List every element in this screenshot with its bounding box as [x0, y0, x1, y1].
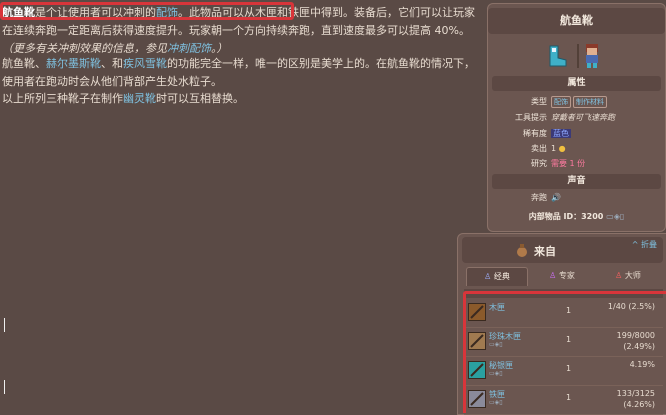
row-run: 奔跑 🔊 [488, 191, 665, 205]
link-hermes-boots[interactable]: 赫尔墨斯靴 [46, 57, 101, 70]
text: 时可以互相替换。 [156, 92, 244, 105]
bag-icon [517, 244, 527, 257]
item-id-value: 3200 [581, 212, 604, 221]
classic-icon: ♙ [484, 272, 494, 281]
text: 航鱼靴 [2, 57, 35, 70]
text: 以上所列三种靴子在制作 [2, 92, 123, 105]
row-type: 类型 配饰 制作材料 [488, 95, 665, 109]
tab-classic[interactable]: ♙ 经典 [466, 267, 528, 286]
text-caret [4, 380, 5, 394]
item-infobox: 航鱼靴 属性 类型 配饰 制作材料 工具提示 穿戴者可飞速奔跑 稀有度 蓝色 卖… [487, 3, 666, 232]
label-sell: 卖出 [531, 144, 547, 153]
label-item-id: 内部物品 ID： [528, 212, 582, 221]
section-sound: 声音 [492, 174, 661, 189]
tab-master[interactable]: ♙ 大师 [598, 267, 658, 285]
label-tooltip: 工具提示 [515, 113, 547, 122]
label-type: 类型 [531, 97, 547, 106]
highlight-box [0, 2, 294, 20]
collapse-link[interactable]: ^ 折叠 [632, 239, 657, 250]
tooltip-value: 穿戴者可飞速奔跑 [551, 113, 615, 122]
tag-crafting-material[interactable]: 制作材料 [573, 96, 607, 108]
master-icon: ♙ [615, 271, 625, 280]
label-rarity: 稀有度 [523, 129, 547, 138]
text: 、 [35, 57, 46, 70]
rarity-value: 蓝色 [551, 129, 571, 138]
infobox-title: 航鱼靴 [488, 8, 665, 34]
infobox-images [488, 38, 665, 72]
text: 。） [211, 42, 228, 55]
paragraph-crafting: 以上所列三种靴子在制作幽灵靴时可以互相替换。 [2, 90, 484, 108]
source-header: 来自 ^ 折叠 [462, 237, 663, 263]
row-rarity: 稀有度 蓝色 [488, 127, 665, 141]
tag-accessory[interactable]: 配饰 [551, 96, 571, 108]
player-icon [586, 44, 598, 68]
platform-icons: ▭◈▯ [606, 212, 625, 221]
difficulty-tabs: ♙ 经典 ♙ 专家 ♙ 大师 [462, 267, 663, 286]
speaker-icon[interactable]: 🔊 [551, 191, 561, 205]
text-caret [4, 318, 5, 332]
link-dash-accessory[interactable]: 冲刺配饰 [167, 42, 211, 55]
sell-value: 1 [551, 144, 557, 153]
label-run: 奔跑 [531, 193, 547, 202]
expert-icon: ♙ [549, 271, 559, 280]
link-spectre-boots[interactable]: 幽灵靴 [123, 92, 156, 105]
chevron-up-icon: ^ [631, 240, 641, 249]
section-properties: 属性 [492, 76, 661, 91]
label-research: 研究 [531, 159, 547, 168]
item-id-row: 内部物品 ID：3200 ▭◈▯ [488, 210, 665, 224]
link-flurry-boots[interactable]: 疾风雪靴 [123, 57, 167, 70]
text: 、和 [101, 57, 123, 70]
type-tags: 配饰 制作材料 [551, 95, 609, 109]
research-value: 需要 1 份 [551, 159, 586, 168]
text: 一定距离后获得速度提升。玩家朝一个方向持续奔跑，直到速度最多可以提高 40%。 [57, 24, 470, 37]
text-note: （更多有关冲刺效果的信息，参见 [2, 42, 167, 55]
paragraph-variants: 航鱼靴、赫尔墨斯靴、和疾风雪靴的功能完全一样，唯一的区别是美学上的。在航鱼靴的情… [2, 55, 484, 91]
source-title: 来自 [534, 245, 556, 258]
tab-expert[interactable]: ♙ 专家 [532, 267, 592, 285]
boots-icon [549, 45, 567, 67]
row-research: 研究 需要 1 份 [488, 157, 665, 171]
article-body: 航鱼靴是个让使用者可以冲刺的配饰。此物品可以从木匣和铁匣中得到。装备后，它们可以… [0, 0, 485, 413]
gold-coin-icon: ● [558, 144, 566, 153]
highlight-box [463, 291, 666, 413]
row-tooltip: 工具提示 穿戴者可飞速奔跑 [488, 111, 665, 125]
row-sell: 卖出 1 ● [488, 142, 665, 156]
